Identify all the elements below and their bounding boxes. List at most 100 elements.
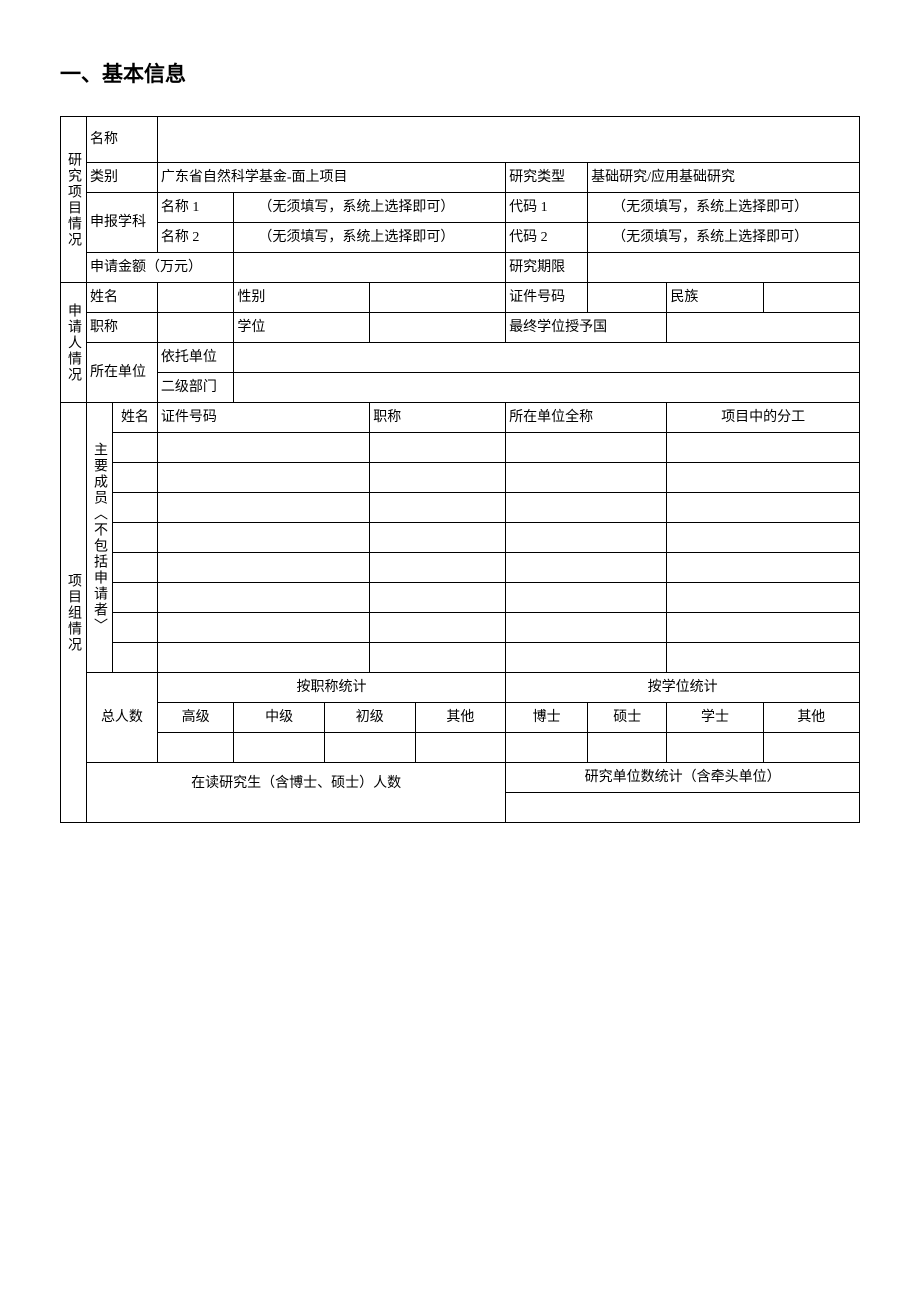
label-main-members: 主要成员︿不包括申请者﹀	[87, 403, 113, 673]
table-row	[370, 523, 506, 553]
table-row	[370, 643, 506, 673]
value-other-title	[415, 733, 506, 763]
label-research-type: 研究类型	[506, 163, 588, 193]
table-row	[113, 493, 158, 523]
table-row	[113, 433, 158, 463]
label-master: 硕士	[588, 703, 667, 733]
label-unit: 所在单位	[87, 343, 158, 403]
label-senior: 高级	[157, 703, 233, 733]
table-row	[113, 523, 158, 553]
value-bachelor	[667, 733, 763, 763]
col-member-id: 证件号码	[157, 403, 369, 433]
table-row	[506, 583, 667, 613]
label-degree-country: 最终学位授予国	[506, 313, 667, 343]
label-period: 研究期限	[506, 253, 588, 283]
label-host-unit: 依托单位	[157, 343, 233, 373]
table-row	[113, 463, 158, 493]
label-bachelor: 学士	[667, 703, 763, 733]
value-degree-country	[667, 313, 860, 343]
table-row	[506, 523, 667, 553]
table-row	[667, 643, 860, 673]
value-amount	[234, 253, 506, 283]
value-host-unit	[234, 343, 860, 373]
label-job-title: 职称	[87, 313, 158, 343]
value-code2: （无须填写，系统上选择即可）	[588, 223, 860, 253]
table-row	[667, 493, 860, 523]
label-by-degree: 按学位统计	[506, 673, 860, 703]
table-row	[667, 553, 860, 583]
table-row	[506, 463, 667, 493]
col-member-name: 姓名	[113, 403, 158, 433]
table-row	[157, 493, 369, 523]
section-project-info: 研究项目情况	[61, 117, 87, 283]
label-category: 类别	[87, 163, 158, 193]
label-degree: 学位	[234, 313, 370, 343]
value-unit-count	[506, 793, 860, 823]
label-code1: 代码 1	[506, 193, 588, 223]
label-code2: 代码 2	[506, 223, 588, 253]
label-other-title: 其他	[415, 703, 506, 733]
value-other-degree	[763, 733, 859, 763]
table-row	[667, 463, 860, 493]
value-period	[588, 253, 860, 283]
table-row	[157, 583, 369, 613]
table-row	[113, 643, 158, 673]
table-row	[157, 553, 369, 583]
table-row	[667, 433, 860, 463]
value-category: 广东省自然科学基金-面上项目	[157, 163, 505, 193]
col-member-unit: 所在单位全称	[506, 403, 667, 433]
table-row	[506, 613, 667, 643]
table-row	[157, 613, 369, 643]
table-row	[157, 433, 369, 463]
table-row	[157, 643, 369, 673]
table-row	[506, 553, 667, 583]
value-senior	[157, 733, 233, 763]
label-total-count: 总人数	[87, 673, 158, 763]
value-job-title	[157, 313, 233, 343]
value-mid	[234, 733, 325, 763]
value-gender	[370, 283, 506, 313]
table-row	[506, 643, 667, 673]
table-row	[370, 463, 506, 493]
label-discipline: 申报学科	[87, 193, 158, 253]
label-dept: 二级部门	[157, 373, 233, 403]
label-unit-count: 研究单位数统计（含牵头单位）	[506, 763, 860, 793]
value-ethnicity	[763, 283, 859, 313]
table-row	[157, 463, 369, 493]
value-degree	[370, 313, 506, 343]
table-row	[113, 613, 158, 643]
table-row	[506, 433, 667, 463]
col-member-division: 项目中的分工	[667, 403, 860, 433]
value-research-type: 基础研究/应用基础研究	[588, 163, 860, 193]
value-junior	[324, 733, 415, 763]
section-team-info: 项目组情况	[61, 403, 87, 823]
label-applicant-name: 姓名	[87, 283, 158, 313]
label-ethnicity: 民族	[667, 283, 763, 313]
value-applicant-name	[157, 283, 233, 313]
table-row	[506, 493, 667, 523]
label-name1: 名称 1	[157, 193, 233, 223]
table-row	[113, 583, 158, 613]
basic-info-table: 研究项目情况 名称 类别 广东省自然科学基金-面上项目 研究类型 基础研究/应用…	[60, 116, 860, 823]
table-row	[667, 613, 860, 643]
table-row	[370, 613, 506, 643]
value-name2: （无须填写，系统上选择即可）	[234, 223, 506, 253]
label-mid: 中级	[234, 703, 325, 733]
col-member-title: 职称	[370, 403, 506, 433]
section-applicant-info: 申请人情况	[61, 283, 87, 403]
value-dept	[234, 373, 860, 403]
label-doctor: 博士	[506, 703, 588, 733]
label-grad-students: 在读研究生（含博士、硕士）人数	[87, 763, 506, 823]
value-id-number	[588, 283, 667, 313]
value-project-name	[157, 117, 859, 163]
label-name2: 名称 2	[157, 223, 233, 253]
table-row	[667, 523, 860, 553]
value-master	[588, 733, 667, 763]
label-project-name: 名称	[87, 117, 158, 163]
label-other-degree: 其他	[763, 703, 859, 733]
page-heading: 一、基本信息	[60, 58, 860, 88]
table-row	[667, 583, 860, 613]
label-gender: 性别	[234, 283, 370, 313]
table-row	[157, 523, 369, 553]
label-junior: 初级	[324, 703, 415, 733]
